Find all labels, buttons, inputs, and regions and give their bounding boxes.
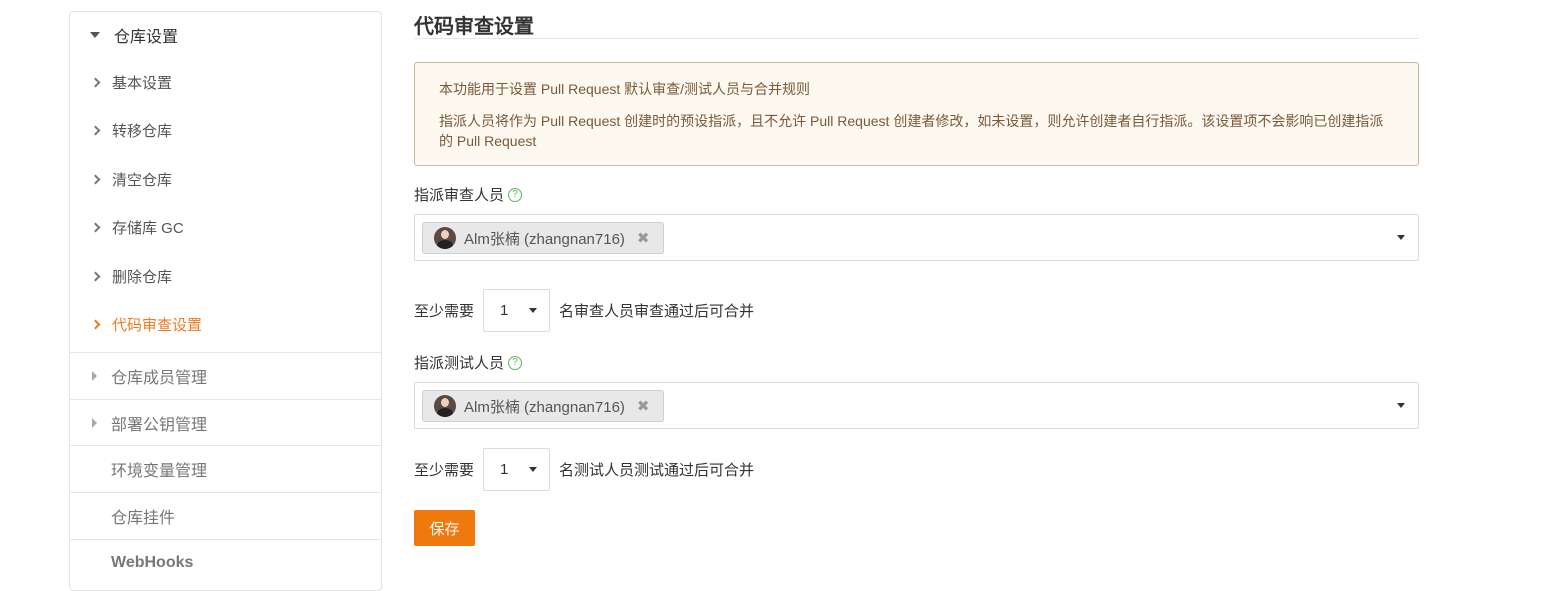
sidebar-item-transfer-repo[interactable]: 转移仓库 <box>70 106 381 154</box>
sidebar-item-label: 仓库成员管理 <box>111 369 208 387</box>
tester-count-prefix: 至少需要 <box>414 462 475 479</box>
caret-right-icon <box>92 370 97 381</box>
chevron-right-icon <box>90 125 101 135</box>
sidebar-item-env-vars[interactable]: 环境变量管理 <box>70 445 381 491</box>
sidebar-item-label: 基本设置 <box>112 74 173 92</box>
tester-count-value: 1 <box>500 461 509 478</box>
chevron-right-icon <box>90 271 101 281</box>
chevron-right-icon <box>90 319 101 329</box>
sidebar-group-repo-settings[interactable]: 仓库设置 <box>70 12 381 58</box>
reviewer-count-suffix: 名审查人员审查通过后可合并 <box>559 303 755 320</box>
tester-count-suffix: 名测试人员测试通过后可合并 <box>559 462 755 479</box>
caret-down-icon[interactable] <box>1397 403 1405 408</box>
sidebar-group-label: 仓库设置 <box>114 29 179 46</box>
reviewer-count-select[interactable]: 1 <box>483 289 551 332</box>
sidebar-item-deploy-keys[interactable]: 部署公钥管理 <box>70 399 381 445</box>
testers-select[interactable]: Alm张楠 (zhangnan716) ✖ <box>414 382 1419 429</box>
chevron-right-icon <box>90 174 101 184</box>
caret-down-icon <box>90 32 100 38</box>
chevron-right-icon <box>90 222 101 232</box>
tester-count-select[interactable]: 1 <box>483 448 551 491</box>
tester-count-row: 至少需要 1 名测试人员测试通过后可合并 <box>414 448 754 491</box>
sidebar-item-members[interactable]: 仓库成员管理 <box>70 352 381 398</box>
sidebar-item-label: 存储库 GC <box>112 219 184 237</box>
reviewers-select[interactable]: Alm张楠 (zhangnan716) ✖ <box>414 214 1419 261</box>
sidebar-item-label: 环境变量管理 <box>111 462 208 480</box>
save-button[interactable]: 保存 <box>414 510 475 546</box>
testers-label: 指派测试人员 ? <box>414 352 523 373</box>
caret-down-icon[interactable] <box>1397 235 1405 240</box>
sidebar-item-label: 转移仓库 <box>112 122 173 140</box>
reviewer-count-prefix: 至少需要 <box>414 303 475 320</box>
notice-line-2: 指派人员将作为 Pull Request 创建时的预设指派，且不允许 Pull … <box>439 113 1384 149</box>
sidebar-item-webhooks[interactable]: WebHooks <box>70 539 381 585</box>
sidebar-item-label: 清空仓库 <box>112 171 173 189</box>
sidebar-item-label: 仓库挂件 <box>111 509 176 527</box>
testers-label-text: 指派测试人员 <box>414 355 505 372</box>
sidebar-item-label: 删除仓库 <box>112 268 173 286</box>
sidebar-item-clear-repo[interactable]: 清空仓库 <box>70 155 381 203</box>
selected-user-tag: Alm张楠 (zhangnan716) ✖ <box>422 222 664 254</box>
info-notice: 本功能用于设置 Pull Request 默认审查/测试人员与合并规则 指派人员… <box>414 62 1419 166</box>
selected-user-name: Alm张楠 (zhangnan716) <box>464 398 625 416</box>
reviewers-label-text: 指派审查人员 <box>414 187 505 204</box>
divider <box>414 38 1419 39</box>
sidebar-item-label: 代码审查设置 <box>112 316 203 334</box>
question-circle-icon[interactable]: ? <box>508 355 523 370</box>
close-icon[interactable]: ✖ <box>637 229 650 247</box>
question-circle-icon[interactable]: ? <box>508 187 523 202</box>
close-icon[interactable]: ✖ <box>637 397 650 415</box>
sidebar-item-label: 部署公钥管理 <box>111 416 208 434</box>
sidebar-item-widgets[interactable]: 仓库挂件 <box>70 492 381 538</box>
sidebar-item-basic-settings[interactable]: 基本设置 <box>70 58 381 106</box>
caret-right-icon <box>92 417 97 428</box>
avatar <box>434 227 456 249</box>
chevron-right-icon <box>90 77 101 87</box>
reviewer-count-value: 1 <box>500 302 509 319</box>
sidebar-item-label: WebHooks <box>111 553 194 571</box>
notice-line-1: 本功能用于设置 Pull Request 默认审查/测试人员与合并规则 <box>439 81 811 97</box>
sidebar-item-delete-repo[interactable]: 删除仓库 <box>70 252 381 300</box>
settings-sidebar: 仓库设置 基本设置 转移仓库 清空仓库 存储库 GC 删除仓库 代码审查设置 仓… <box>69 11 382 591</box>
reviewers-label: 指派审查人员 ? <box>414 184 523 205</box>
caret-down-icon <box>529 308 538 313</box>
selected-user-tag: Alm张楠 (zhangnan716) ✖ <box>422 390 664 422</box>
caret-down-icon <box>529 467 538 472</box>
page-title: 代码审查设置 <box>414 16 534 38</box>
avatar <box>434 395 456 417</box>
selected-user-name: Alm张楠 (zhangnan716) <box>464 230 625 248</box>
reviewer-count-row: 至少需要 1 名审查人员审查通过后可合并 <box>414 289 754 332</box>
sidebar-item-code-review-settings[interactable]: 代码审查设置 <box>70 300 381 348</box>
sidebar-item-storage-gc[interactable]: 存储库 GC <box>70 203 381 251</box>
